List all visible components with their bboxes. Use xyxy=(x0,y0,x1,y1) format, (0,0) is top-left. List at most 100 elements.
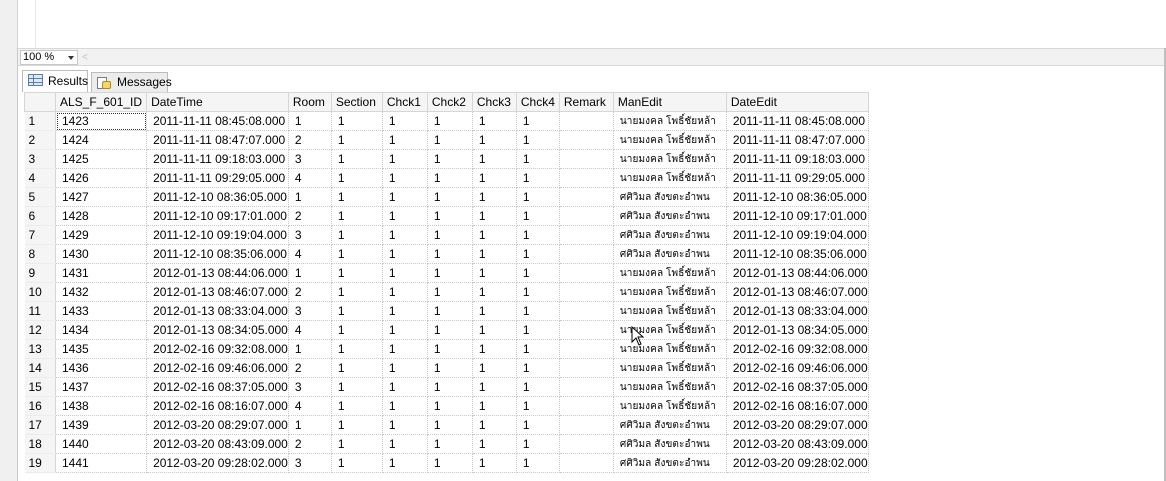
cell-chck2[interactable]: 1 xyxy=(427,320,473,340)
column-header-room[interactable]: Room xyxy=(287,92,332,112)
cell-room[interactable]: 1 xyxy=(288,263,332,283)
cell-room[interactable]: 2 xyxy=(288,206,332,226)
table-row[interactable]: 19 1441 2012-03-20 09:28:02.000 3 1 1 1 1 1 ศศิวิ… xyxy=(24,453,869,473)
row-number-cell[interactable]: 16 xyxy=(24,396,56,416)
row-number-cell[interactable]: 5 xyxy=(24,187,56,207)
cell-manedit[interactable]: นายมงคล โพธิ์ชัยหล้า xyxy=(613,130,727,150)
column-header-manedit[interactable]: ManEdit xyxy=(612,92,727,112)
grid-corner-header[interactable] xyxy=(24,92,56,112)
cell-remark[interactable] xyxy=(559,396,614,416)
row-number-cell[interactable]: 10 xyxy=(24,282,56,302)
cell-chck4[interactable]: 1 xyxy=(516,320,560,340)
cell-section[interactable]: 1 xyxy=(331,149,383,169)
cell-remark[interactable] xyxy=(559,206,614,226)
cell-datetime[interactable]: 2012-01-13 08:46:07.000 xyxy=(146,282,289,302)
cell-chck1[interactable]: 1 xyxy=(382,206,428,226)
cell-chck1[interactable]: 1 xyxy=(382,396,428,416)
table-row[interactable]: 14 1436 2012-02-16 09:46:06.000 2 1 1 1 1 1 นายมง… xyxy=(24,358,869,378)
cell-remark[interactable] xyxy=(559,358,614,378)
cell-chck3[interactable]: 1 xyxy=(472,187,517,207)
cell-chck1[interactable]: 1 xyxy=(382,225,428,245)
column-header-section[interactable]: Section xyxy=(330,92,383,112)
cell-section[interactable]: 1 xyxy=(331,415,383,435)
cell-datetime[interactable]: 2011-12-10 08:35:06.000 xyxy=(146,244,289,264)
row-number-cell[interactable]: 11 xyxy=(24,301,56,321)
table-row[interactable]: 12 1434 2012-01-13 08:34:05.000 4 1 1 1 1 1 นายมง… xyxy=(24,320,869,340)
cell-chck2[interactable]: 1 xyxy=(427,149,473,169)
cell-chck1[interactable]: 1 xyxy=(382,358,428,378)
cell-chck2[interactable]: 1 xyxy=(427,187,473,207)
cell-als-f-601-id[interactable]: 1424 xyxy=(55,130,148,150)
cell-chck2[interactable]: 1 xyxy=(427,244,473,264)
cell-chck1[interactable]: 1 xyxy=(382,434,428,454)
cell-remark[interactable] xyxy=(559,282,614,302)
cell-manedit[interactable]: นายมงคล โพธิ์ชัยหล้า xyxy=(613,149,727,169)
cell-als-f-601-id[interactable]: 1439 xyxy=(55,415,148,435)
table-row[interactable]: 17 1439 2012-03-20 08:29:07.000 1 1 1 1 1 1 ศศิวิ… xyxy=(24,415,869,435)
cell-als-f-601-id[interactable]: 1431 xyxy=(55,263,148,283)
cell-dateedit[interactable]: 2011-11-11 09:29:05.000 xyxy=(726,168,869,188)
cell-room[interactable]: 3 xyxy=(288,377,332,397)
cell-remark[interactable] xyxy=(559,130,614,150)
cell-section[interactable]: 1 xyxy=(331,453,383,473)
cell-chck3[interactable]: 1 xyxy=(472,377,517,397)
cell-datetime[interactable]: 2011-11-11 08:47:07.000 xyxy=(146,130,289,150)
cell-section[interactable]: 1 xyxy=(331,111,383,131)
cell-chck4[interactable]: 1 xyxy=(516,149,560,169)
cell-dateedit[interactable]: 2011-12-10 08:35:06.000 xyxy=(726,244,869,264)
cell-chck4[interactable]: 1 xyxy=(516,339,560,359)
zoom-dropdown[interactable]: 100 % xyxy=(20,50,78,65)
row-number-cell[interactable]: 1 xyxy=(24,111,56,131)
cell-dateedit[interactable]: 2012-02-16 09:46:06.000 xyxy=(726,358,869,378)
cell-chck4[interactable]: 1 xyxy=(516,244,560,264)
cell-dateedit[interactable]: 2012-02-16 09:32:08.000 xyxy=(726,339,869,359)
cell-chck2[interactable]: 1 xyxy=(427,282,473,302)
cell-section[interactable]: 1 xyxy=(331,320,383,340)
cell-datetime[interactable]: 2012-02-16 09:46:06.000 xyxy=(146,358,289,378)
cell-als-f-601-id[interactable]: 1440 xyxy=(55,434,148,454)
cell-chck2[interactable]: 1 xyxy=(427,206,473,226)
chevron-down-icon[interactable] xyxy=(68,56,74,60)
row-number-cell[interactable]: 6 xyxy=(24,206,56,226)
column-header-chck2[interactable]: Chck2 xyxy=(426,92,473,112)
cell-chck1[interactable]: 1 xyxy=(382,149,428,169)
cell-remark[interactable] xyxy=(559,111,614,131)
cell-chck4[interactable]: 1 xyxy=(516,415,560,435)
cell-dateedit[interactable]: 2012-01-13 08:34:05.000 xyxy=(726,320,869,340)
cell-remark[interactable] xyxy=(559,149,614,169)
cell-section[interactable]: 1 xyxy=(331,301,383,321)
table-row[interactable]: 5 1427 2011-12-10 08:36:05.000 1 1 1 1 1 1 ศศิวิม… xyxy=(24,187,869,207)
table-row[interactable]: 1 1423 2011-11-11 08:45:08.000 1 1 1 1 1 1 นายมงค… xyxy=(24,111,869,131)
cell-chck3[interactable]: 1 xyxy=(472,453,517,473)
cell-manedit[interactable]: นายมงคล โพธิ์ชัยหล้า xyxy=(613,168,727,188)
cell-manedit[interactable]: ศศิวิมล สังขตะอำพน xyxy=(613,225,727,245)
cell-als-f-601-id[interactable]: 1441 xyxy=(55,453,148,473)
row-number-cell[interactable]: 3 xyxy=(24,149,56,169)
cell-chck2[interactable]: 1 xyxy=(427,263,473,283)
cell-remark[interactable] xyxy=(559,320,614,340)
table-row[interactable]: 16 1438 2012-02-16 08:16:07.000 4 1 1 1 1 1 นายมง… xyxy=(24,396,869,416)
table-row[interactable]: 8 1430 2011-12-10 08:35:06.000 4 1 1 1 1 1 ศศิวิม… xyxy=(24,244,869,264)
cell-section[interactable]: 1 xyxy=(331,358,383,378)
table-row[interactable]: 9 1431 2012-01-13 08:44:06.000 1 1 1 1 1 1 นายมงค… xyxy=(24,263,869,283)
table-row[interactable]: 15 1437 2012-02-16 08:37:05.000 3 1 1 1 1 1 นายมง… xyxy=(24,377,869,397)
cell-dateedit[interactable]: 2012-01-13 08:44:06.000 xyxy=(726,263,869,283)
cell-section[interactable]: 1 xyxy=(331,130,383,150)
cell-chck4[interactable]: 1 xyxy=(516,111,560,131)
cell-als-f-601-id[interactable]: 1437 xyxy=(55,377,148,397)
cell-remark[interactable] xyxy=(559,434,614,454)
cell-room[interactable]: 2 xyxy=(288,282,332,302)
row-number-cell[interactable]: 19 xyxy=(24,453,56,473)
cell-manedit[interactable]: ศศิวิมล สังขตะอำพน xyxy=(613,206,727,226)
cell-remark[interactable] xyxy=(559,244,614,264)
cell-chck4[interactable]: 1 xyxy=(516,130,560,150)
row-number-cell[interactable]: 18 xyxy=(24,434,56,454)
row-number-cell[interactable]: 2 xyxy=(24,130,56,150)
column-header-als-f-601-id[interactable]: ALS_F_601_ID xyxy=(54,92,148,112)
cell-chck3[interactable]: 1 xyxy=(472,339,517,359)
cell-remark[interactable] xyxy=(559,415,614,435)
cell-section[interactable]: 1 xyxy=(331,225,383,245)
cell-datetime[interactable]: 2011-11-11 08:45:08.000 xyxy=(146,111,289,131)
cell-dateedit[interactable]: 2011-11-11 09:18:03.000 xyxy=(726,149,869,169)
cell-chck3[interactable]: 1 xyxy=(472,130,517,150)
